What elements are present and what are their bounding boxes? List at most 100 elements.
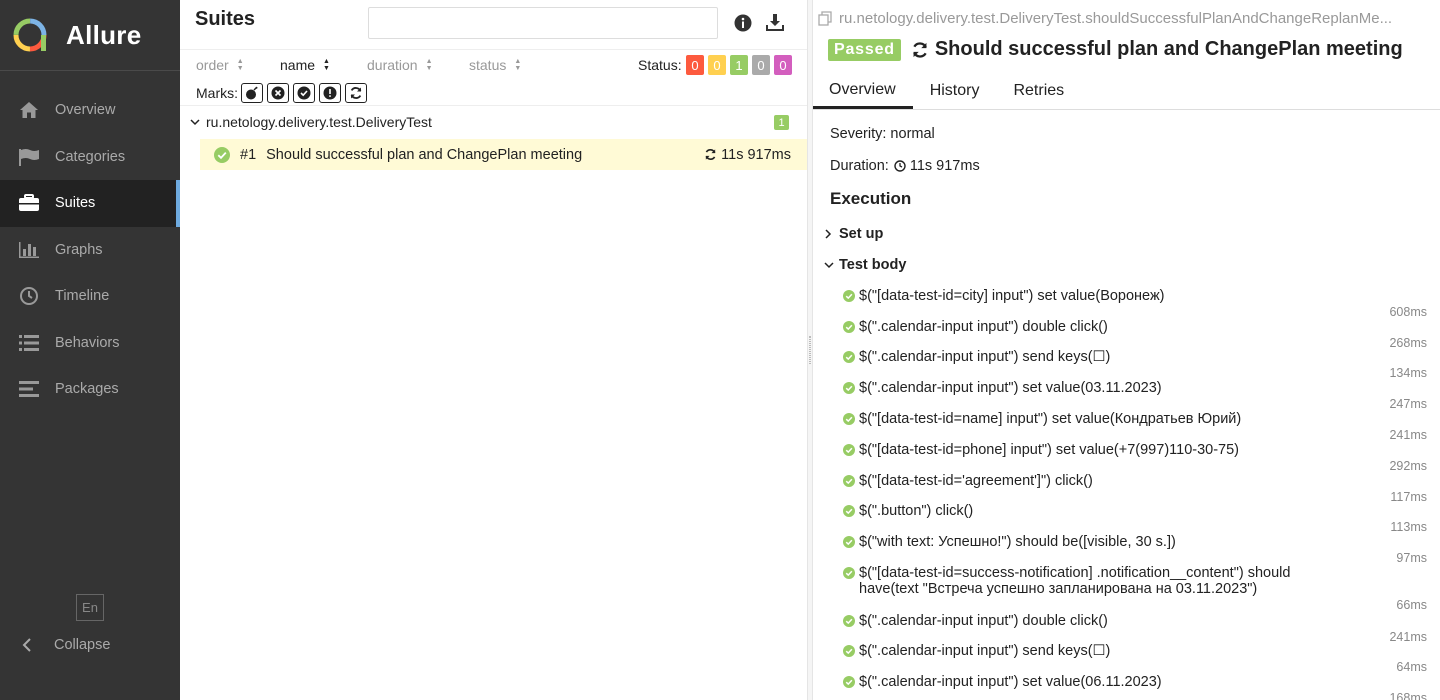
download-icon[interactable] <box>765 13 785 33</box>
flag-icon <box>18 147 40 167</box>
suites-toolbar: order ▲ ▼ name ▲ ▼ duration ▲ ▼ status ▲ ▼ S… <box>180 50 807 106</box>
step-text: $("[data-test-id='agreement']") click() <box>859 473 1093 489</box>
search-input[interactable] <box>368 7 718 39</box>
step-text: $(".calendar-input input") set value(06.… <box>859 674 1162 690</box>
step-duration: 64ms <box>1396 660 1427 674</box>
step-row[interactable]: $(".calendar-input input") set value(06.… <box>843 674 1440 700</box>
sort-label: order <box>196 57 229 73</box>
step-text: $("[data-test-id=phone] input") set valu… <box>859 442 1240 458</box>
passed-icon <box>843 444 855 456</box>
setup-label: Set up <box>839 226 884 242</box>
test-full-name: ru.netology.delivery.test.DeliveryTest.s… <box>818 10 1438 27</box>
sort-label: duration <box>367 57 418 73</box>
passed-icon <box>843 615 855 627</box>
test-body-section-toggle[interactable]: Test body <box>824 257 906 273</box>
step-row[interactable]: $("[data-test-id=city] input") set value… <box>843 288 1440 319</box>
allure-logo-icon <box>12 17 48 53</box>
retries-mark-toggle[interactable] <box>345 83 367 103</box>
sidebar-item-timeline[interactable]: Timeline <box>0 273 180 320</box>
sidebar-item-label: Timeline <box>55 288 110 305</box>
brand[interactable]: Allure <box>0 0 180 71</box>
collapse-label: Collapse <box>54 637 111 653</box>
test-case-name: Should successful plan and ChangePlan me… <box>266 146 583 163</box>
breadcrumb-text: ru.netology.delivery.test.DeliveryTest.s… <box>839 10 1393 27</box>
sidebar-item-behaviors[interactable]: Behaviors <box>0 320 180 367</box>
clock-icon <box>894 160 906 172</box>
new-failed-mark-toggle[interactable] <box>267 83 289 103</box>
sidebar-item-graphs[interactable]: Graphs <box>0 227 180 274</box>
bar-chart-icon <box>18 240 40 260</box>
sidebar-item-label: Graphs <box>55 241 103 258</box>
step-row[interactable]: $("[data-test-id=name] input") set value… <box>843 411 1440 442</box>
sort-label: status <box>469 57 507 73</box>
step-text: $("[data-test-id=name] input") set value… <box>859 411 1242 427</box>
status-failed-toggle[interactable]: 0 <box>686 55 704 75</box>
step-row[interactable]: $(".button") click() 113ms <box>843 503 1440 534</box>
suites-tree: ru.netology.delivery.test.DeliveryTest 1 <box>180 106 807 138</box>
step-duration: 247ms <box>1389 397 1427 411</box>
step-row[interactable]: $(".calendar-input input") send keys(☐) 1… <box>843 349 1440 380</box>
status-passed-toggle[interactable]: 1 <box>730 55 748 75</box>
status-filter: 0 0 1 0 0 <box>686 55 792 75</box>
sidebar-item-categories[interactable]: Categories <box>0 134 180 181</box>
sidebar-item-overview[interactable]: Overview <box>0 87 180 134</box>
test-body-label: Test body <box>839 257 907 273</box>
step-row[interactable]: $("with text: Успешно!") should be([visi… <box>843 534 1440 565</box>
duration-value: 11s 917ms <box>909 158 980 174</box>
language-switch[interactable]: En <box>76 594 104 621</box>
sidebar: Allure Overview Categories Suites Graphs… <box>0 0 180 700</box>
step-row[interactable]: $(".calendar-input input") set value(03.… <box>843 380 1440 411</box>
sort-order-button[interactable]: order ▲ ▼ <box>196 57 244 73</box>
step-row[interactable]: $("[data-test-id=success-notification] .… <box>843 565 1440 612</box>
step-duration: 292ms <box>1389 459 1427 473</box>
marks-label: Marks: <box>196 85 238 101</box>
sidebar-item-label: Categories <box>55 148 126 165</box>
tab-overview[interactable]: Overview <box>813 73 913 109</box>
step-text: $("with text: Успешно!") should be([visi… <box>859 534 1176 550</box>
passed-icon <box>843 382 855 394</box>
step-duration: 66ms <box>1396 598 1427 612</box>
step-duration: 268ms <box>1389 336 1427 350</box>
status-skipped-toggle[interactable]: 0 <box>752 55 770 75</box>
bomb-icon <box>246 86 258 100</box>
tab-retries[interactable]: Retries <box>996 73 1081 109</box>
sidebar-item-suites[interactable]: Suites <box>0 180 180 227</box>
test-detail-pane: ru.netology.delivery.test.DeliveryTest.s… <box>813 0 1440 700</box>
suite-group-row[interactable]: ru.netology.delivery.test.DeliveryTest 1 <box>180 106 807 138</box>
sort-duration-button[interactable]: duration ▲ ▼ <box>367 57 433 73</box>
suites-pane: Suites order ▲ ▼ name ▲ ▼ duration ▲ ▼ s… <box>180 0 807 700</box>
retries-icon <box>705 148 716 161</box>
step-row[interactable]: $(".calendar-input input") send keys(☐) 6… <box>843 643 1440 674</box>
execution-title: Execution <box>830 189 912 208</box>
chevron-down-icon <box>190 118 204 126</box>
status-unknown-toggle[interactable]: 0 <box>774 55 792 75</box>
severity: Severity: normal <box>830 126 935 142</box>
step-text: $(".button") click() <box>859 503 974 519</box>
step-duration: 97ms <box>1396 551 1427 565</box>
step-row[interactable]: $(".calendar-input input") double click(… <box>843 613 1440 644</box>
test-title: Should successful plan and ChangePlan me… <box>934 38 1403 60</box>
sidebar-item-packages[interactable]: Packages <box>0 366 180 413</box>
new-passed-mark-toggle[interactable] <box>293 83 315 103</box>
copy-icon[interactable] <box>818 11 833 26</box>
collapse-button[interactable]: Collapse <box>0 628 180 662</box>
status-broken-toggle[interactable]: 0 <box>708 55 726 75</box>
step-row[interactable]: $("[data-test-id='agreement']") click() 1… <box>843 473 1440 504</box>
test-case-row[interactable]: #1 Should successful plan and ChangePlan… <box>200 139 807 170</box>
step-row[interactable]: $(".calendar-input input") double click(… <box>843 319 1440 350</box>
sort-status-button[interactable]: status ▲ ▼ <box>469 57 521 73</box>
sort-arrows-icon: ▲ ▼ <box>425 58 433 72</box>
page-title: Suites <box>195 8 256 30</box>
new-broken-mark-toggle[interactable] <box>319 83 341 103</box>
sort-name-button[interactable]: name ▲ ▼ <box>280 57 330 73</box>
flaky-mark-toggle[interactable] <box>241 83 263 103</box>
info-icon[interactable] <box>733 13 753 33</box>
test-case-duration: 11s 917ms <box>721 146 791 163</box>
chevron-down-icon <box>824 261 838 269</box>
setup-section-toggle[interactable]: Set up <box>824 226 883 242</box>
refresh-icon <box>350 87 362 99</box>
status-filter-label: Status: <box>638 57 682 73</box>
tab-history[interactable]: History <box>913 73 997 109</box>
sort-arrows-icon: ▲ ▼ <box>323 58 330 72</box>
step-row[interactable]: $("[data-test-id=phone] input") set valu… <box>843 442 1440 473</box>
